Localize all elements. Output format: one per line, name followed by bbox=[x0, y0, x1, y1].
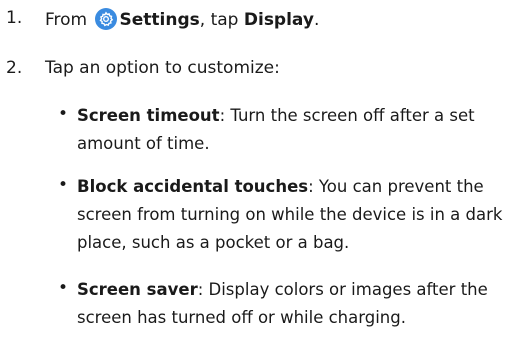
step-1-prefix: From bbox=[45, 10, 88, 30]
display-label: Display bbox=[243, 10, 314, 30]
bullet-term: Block accidental touches bbox=[77, 177, 309, 196]
bullet-marker: • bbox=[58, 104, 69, 124]
step-number: 1. bbox=[6, 8, 23, 28]
bullet-screen-timeout: Screen timeout: Turn the screen off afte… bbox=[77, 102, 527, 158]
step-1-middle: , tap bbox=[199, 10, 239, 30]
bullet-screen-saver: Screen saver: Display colors or images a… bbox=[77, 276, 527, 332]
step-number: 2. bbox=[6, 58, 23, 78]
step-2-text: Tap an option to customize: bbox=[45, 58, 280, 78]
step-1-text: From Settings, tap Display. bbox=[45, 8, 319, 30]
gear-icon bbox=[94, 8, 117, 30]
bullet-marker: • bbox=[58, 175, 69, 195]
step-1-suffix: . bbox=[313, 10, 320, 30]
bullet-block-accidental-touches: Block accidental touches: You can preven… bbox=[77, 173, 527, 257]
bullet-term: Screen timeout bbox=[77, 106, 220, 125]
bullet-marker: • bbox=[58, 278, 69, 298]
settings-label: Settings bbox=[119, 10, 200, 30]
bullet-term: Screen saver bbox=[77, 280, 198, 299]
